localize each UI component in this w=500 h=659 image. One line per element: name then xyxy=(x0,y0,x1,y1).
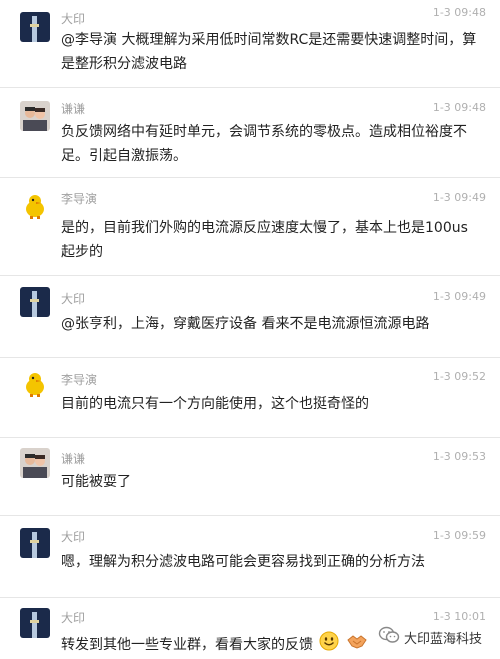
message-time: 1-3 09:48 xyxy=(432,6,486,19)
avatar-dayin[interactable] xyxy=(20,608,50,638)
sender-name[interactable]: 大印 xyxy=(61,611,85,625)
chat-message: 李导演 1-3 09:49 是的，目前我们外购的电流源反应速度太慢了，基本上也是… xyxy=(0,178,500,276)
message-text: @张亨利，上海，穿戴医疗设备 看来不是电流源恒流源电路 xyxy=(61,316,430,332)
message-text: 是的，目前我们外购的电流源反应速度太慢了，基本上也是100us起步的 xyxy=(61,220,468,260)
wechat-logo-icon xyxy=(378,626,400,648)
message-text: 嗯，理解为积分滤波电路可能会更容易找到正确的分析方法 xyxy=(61,554,425,570)
sender-name[interactable]: 大印 xyxy=(61,292,85,306)
message-text: @李导演 大概理解为采用低时间常数RC是还需要快速调整时间，算是整形积分滤波电路 xyxy=(61,32,477,72)
message-text: 负反馈网络中有延时单元，会调节系统的零极点。造成相位裕度不足。引起自激振荡。 xyxy=(61,124,467,164)
handshake-emoji-icon xyxy=(346,631,368,659)
chat-message: 大印 1-3 09:48 @李导演 大概理解为采用低时间常数RC是还需要快速调整… xyxy=(0,0,500,88)
smile-emoji-icon xyxy=(319,631,339,659)
avatar-dayin[interactable] xyxy=(20,528,50,558)
chat-message: 大印 1-3 09:59 嗯，理解为积分滤波电路可能会更容易找到正确的分析方法 xyxy=(0,516,500,598)
sender-name[interactable]: 大印 xyxy=(61,12,85,26)
sender-name[interactable]: 李导演 xyxy=(61,192,97,206)
avatar-dayin[interactable] xyxy=(20,287,50,317)
message-time: 1-3 09:49 xyxy=(432,191,486,204)
avatar-qianqian[interactable] xyxy=(20,448,50,478)
message-time: 1-3 09:59 xyxy=(432,529,486,542)
watermark-text: 大印蓝海科技 xyxy=(403,631,482,647)
chat-message: 谦谦 1-3 09:48 负反馈网络中有延时单元，会调节系统的零极点。造成相位裕… xyxy=(0,88,500,178)
sender-name[interactable]: 李导演 xyxy=(61,373,97,387)
chat-message: 谦谦 1-3 09:53 可能被耍了 xyxy=(0,438,500,516)
chat-log: 大印 1-3 09:48 @李导演 大概理解为采用低时间常数RC是还需要快速调整… xyxy=(0,0,500,659)
sender-name[interactable]: 谦谦 xyxy=(61,452,85,466)
avatar-dayin[interactable] xyxy=(20,12,50,42)
sender-name[interactable]: 谦谦 xyxy=(61,102,85,116)
chat-message: 大印 1-3 09:49 @张亨利，上海，穿戴医疗设备 看来不是电流源恒流源电路 xyxy=(0,276,500,358)
message-time: 1-3 10:01 xyxy=(432,610,486,623)
chat-message: 李导演 1-3 09:52 目前的电流只有一个方向能使用，这个也挺奇怪的 xyxy=(0,358,500,438)
message-time: 1-3 09:48 xyxy=(432,101,486,114)
message-text: 可能被耍了 xyxy=(61,474,131,490)
message-text-content: 转发到其他一些专业群，看看大家的反馈 xyxy=(61,637,313,653)
watermark: 大印蓝海科技 xyxy=(378,626,482,648)
message-time: 1-3 09:49 xyxy=(432,290,486,303)
message-text: 目前的电流只有一个方向能使用，这个也挺奇怪的 xyxy=(61,396,369,412)
avatar-lidaoyan[interactable] xyxy=(20,191,50,221)
avatar-qianqian[interactable] xyxy=(20,101,50,131)
message-time: 1-3 09:52 xyxy=(432,370,486,383)
sender-name[interactable]: 大印 xyxy=(61,530,85,544)
message-time: 1-3 09:53 xyxy=(432,450,486,463)
avatar-lidaoyan[interactable] xyxy=(20,369,50,399)
